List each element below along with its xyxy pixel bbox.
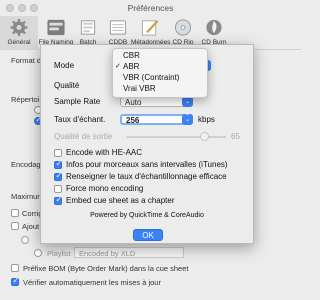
itunes-gapless-label: Infos pour morceaux sans intervalles (iT…: [66, 160, 228, 169]
gear-icon: [10, 18, 28, 37]
cddb-icon: [109, 20, 127, 35]
menu-item-label: ABR: [123, 62, 140, 71]
batch-icon: [80, 20, 96, 35]
popup-arrows-icon: [182, 113, 193, 125]
menu-item-abr[interactable]: ✓ ABR: [113, 62, 209, 73]
kbps-label: kbps: [198, 115, 215, 124]
effective-sample-rate-label: Renseigner le taux d'échantillonnage eff…: [66, 172, 227, 181]
maximum-label: Maximum: [11, 192, 44, 201]
menu-item-label: Vrai VBR: [123, 84, 156, 93]
taux-label: Taux d'échant.: [54, 115, 106, 124]
pencil-icon: [141, 20, 159, 36]
corrig-checkbox[interactable]: [11, 209, 19, 217]
he-aac-checkbox[interactable]: [54, 149, 62, 157]
checkmark-icon: ✓: [115, 63, 121, 70]
mode-dropdown-menu: CBR ✓ ABR VBR (Contraint) Vrai VBR: [112, 48, 208, 98]
title-bar: Préférences: [0, 0, 301, 16]
encodage-label: Encodag: [11, 160, 41, 169]
ajout-checkbox[interactable]: [11, 222, 19, 230]
qualite-label: Qualité: [54, 81, 80, 90]
menu-item-cbr[interactable]: CBR: [113, 51, 209, 62]
ajout-radio-2[interactable]: [34, 249, 42, 257]
force-mono-checkbox[interactable]: [54, 185, 62, 193]
file-naming-icon: [47, 19, 65, 36]
ok-button[interactable]: OK: [133, 229, 163, 241]
verifier-maj-label: Vérifier automatiquement les mises à jou…: [23, 278, 161, 287]
menu-item-label: VBR (Contraint): [123, 73, 180, 82]
force-mono-label: Force mono encoding: [66, 184, 144, 193]
effective-sample-rate-checkbox[interactable]: [54, 171, 62, 181]
repertoire-label: Répertoi: [11, 95, 40, 104]
window-title: Préférences: [127, 3, 174, 13]
qualite-sortie-value: 65: [231, 132, 240, 141]
prefixe-bom-checkbox[interactable]: [11, 264, 19, 272]
mode-label: Mode: [54, 61, 75, 70]
playlist-label: Playlist: [47, 249, 71, 258]
encoded-by-value: Encoded by XLD: [79, 249, 136, 258]
taux-value: 256: [126, 115, 140, 125]
ajout-label: Ajout: [22, 222, 40, 231]
cd-rip-icon: [174, 19, 192, 36]
qualite-sortie-slider[interactable]: [126, 136, 226, 138]
qualite-sortie-label: Qualité de sortie: [54, 132, 113, 141]
tab-general[interactable]: Général: [0, 16, 38, 50]
tab-general-label: Général: [7, 39, 31, 46]
cd-burn-icon: [206, 19, 222, 36]
sample-rate-value: Auto: [125, 97, 142, 107]
verifier-maj-checkbox[interactable]: [11, 276, 19, 286]
powered-by-text: Powered by QuickTime & CoreAudio: [90, 212, 204, 219]
menu-item-vbr-contraint[interactable]: VBR (Contraint): [113, 73, 209, 84]
preferences-window: Préférences Général File Naming Batch CD…: [0, 0, 301, 300]
embed-cue-checkbox[interactable]: [54, 195, 62, 205]
he-aac-label: Encode with HE-AAC: [66, 148, 143, 157]
prefixe-bom-label: Préfixe BOM (Byte Order Mark) dans la cu…: [23, 264, 189, 273]
taux-combo[interactable]: 256: [120, 113, 193, 125]
embed-cue-label: Embed cue sheet as a chapter: [66, 196, 175, 205]
encoded-by-field[interactable]: Encoded by XLD: [74, 247, 184, 258]
format-label: Format d: [11, 56, 42, 65]
ajout-radio-1[interactable]: [21, 236, 29, 244]
menu-item-vrai-vbr[interactable]: Vrai VBR: [113, 84, 209, 95]
menu-item-label: CBR: [123, 51, 140, 60]
slider-knob[interactable]: [200, 132, 209, 141]
sample-rate-label: Sample Rate: [54, 97, 101, 106]
itunes-gapless-checkbox[interactable]: [54, 159, 62, 169]
